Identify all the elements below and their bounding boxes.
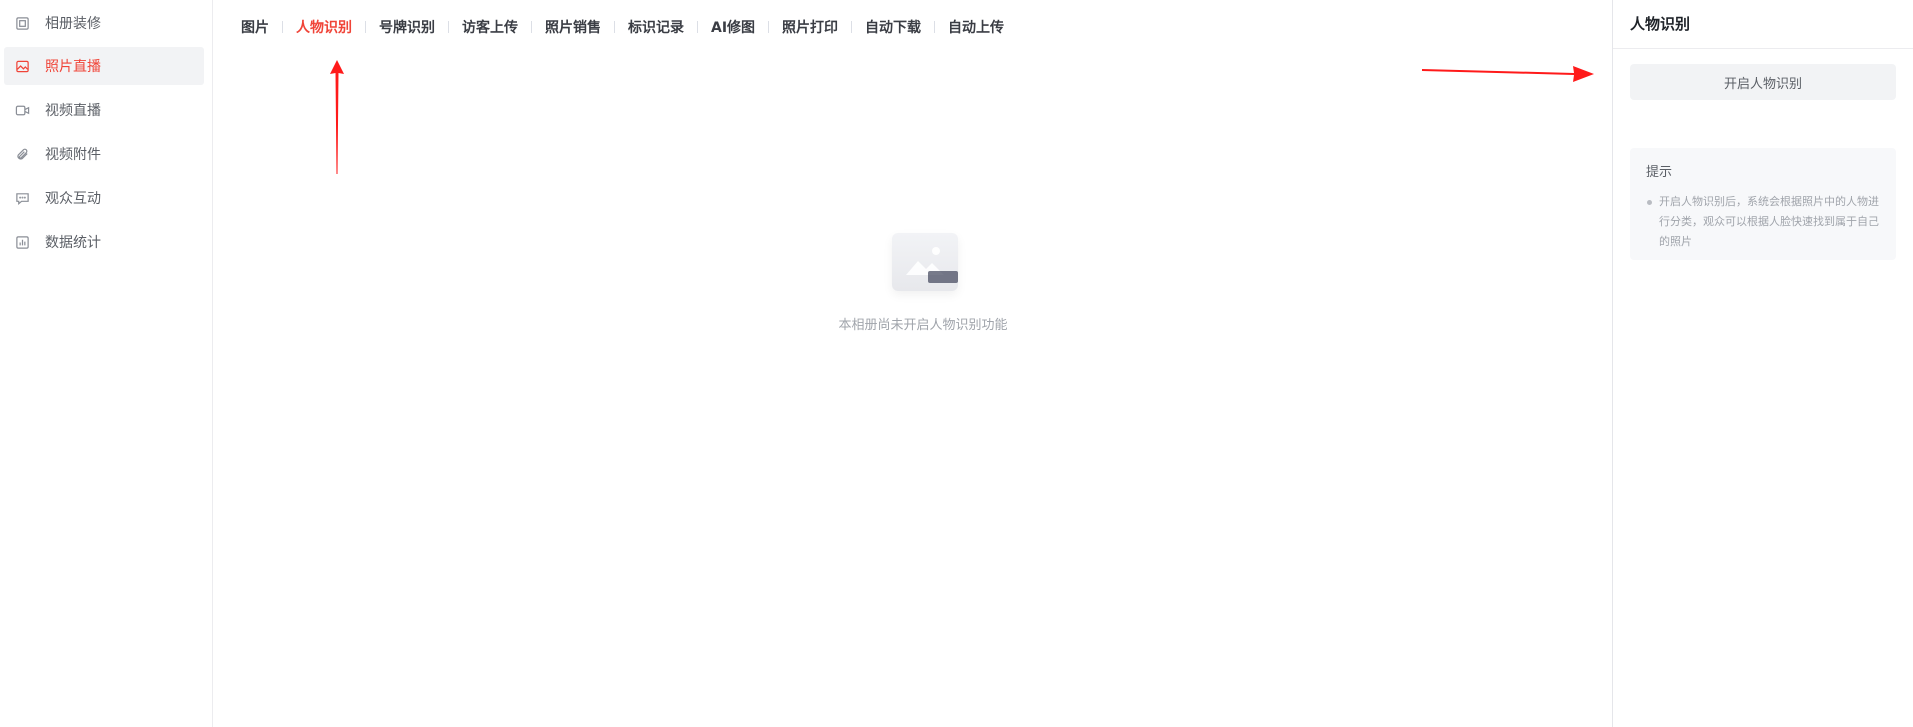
tab-auto-upload[interactable]: 自动上传: [935, 17, 1017, 37]
sidebar-item-label: 视频直播: [45, 103, 101, 119]
annotation-arrow-right-icon: [1422, 66, 1594, 82]
sidebar-item-label: 照片直播: [45, 59, 101, 75]
annotation-arrow-up-icon: [330, 60, 344, 174]
bullet-icon: [1647, 200, 1652, 205]
sidebar-item-label: 数据统计: [45, 235, 101, 251]
settings-panel: 人物识别 开启人物识别 提示 开启人物识别后，系统会根据照片中的人物进行分类，观…: [1612, 0, 1913, 727]
sidebar-item-video-attachment[interactable]: 视频附件: [4, 135, 204, 173]
tab-photo-print[interactable]: 照片打印: [769, 17, 851, 37]
sidebar-item-album-decoration[interactable]: 相册装修: [4, 4, 204, 42]
tab-pictures[interactable]: 图片: [228, 17, 282, 37]
sidebar: 相册装修 照片直播 视频直播 视频附件 观众互动 数据统计: [0, 0, 213, 727]
tip-text: 开启人物识别后，系统会根据照片中的人物进行分类，观众可以根据人脸快速找到属于自己…: [1659, 195, 1879, 248]
chat-icon: [13, 189, 31, 207]
tip-title: 提示: [1646, 165, 1673, 180]
tab-ai-retouch[interactable]: AI修图: [698, 17, 768, 37]
tab-auto-download[interactable]: 自动下载: [852, 17, 934, 37]
tip-box: 提示 开启人物识别后，系统会根据照片中的人物进行分类，观众可以根据人脸快速找到属…: [1630, 148, 1896, 260]
sidebar-item-label: 相册装修: [45, 16, 101, 32]
frame-icon: [13, 14, 31, 32]
tab-person-recognition[interactable]: 人物识别: [283, 17, 365, 37]
tab-bib-recognition[interactable]: 号牌识别: [366, 17, 448, 37]
empty-state-image-icon: [892, 233, 958, 291]
tab-visitor-upload[interactable]: 访客上传: [449, 17, 531, 37]
panel-title: 人物识别: [1630, 15, 1691, 33]
video-icon: [13, 101, 31, 119]
tab-bar: 图片 人物识别 号牌识别 访客上传 照片销售 标识记录 AI修图 照片打印 自动…: [228, 0, 1017, 54]
sidebar-item-video-live[interactable]: 视频直播: [4, 91, 204, 129]
tab-photo-sales[interactable]: 照片销售: [532, 17, 614, 37]
panel-divider: [1613, 48, 1913, 49]
sidebar-item-photo-live[interactable]: 照片直播: [4, 47, 204, 85]
sidebar-item-label: 观众互动: [45, 191, 101, 207]
sidebar-item-statistics[interactable]: 数据统计: [4, 223, 204, 261]
sidebar-item-label: 视频附件: [45, 147, 101, 163]
empty-state-text: 本相册尚未开启人物识别功能: [838, 318, 1008, 333]
image-icon: [13, 57, 31, 75]
tab-mark-records[interactable]: 标识记录: [615, 17, 697, 37]
enable-person-recognition-button[interactable]: 开启人物识别: [1630, 64, 1896, 100]
paperclip-icon: [13, 145, 31, 163]
chart-icon: [13, 233, 31, 251]
sidebar-item-audience-interaction[interactable]: 观众互动: [4, 179, 204, 217]
tip-item: 开启人物识别后，系统会根据照片中的人物进行分类，观众可以根据人脸快速找到属于自己…: [1646, 192, 1880, 252]
